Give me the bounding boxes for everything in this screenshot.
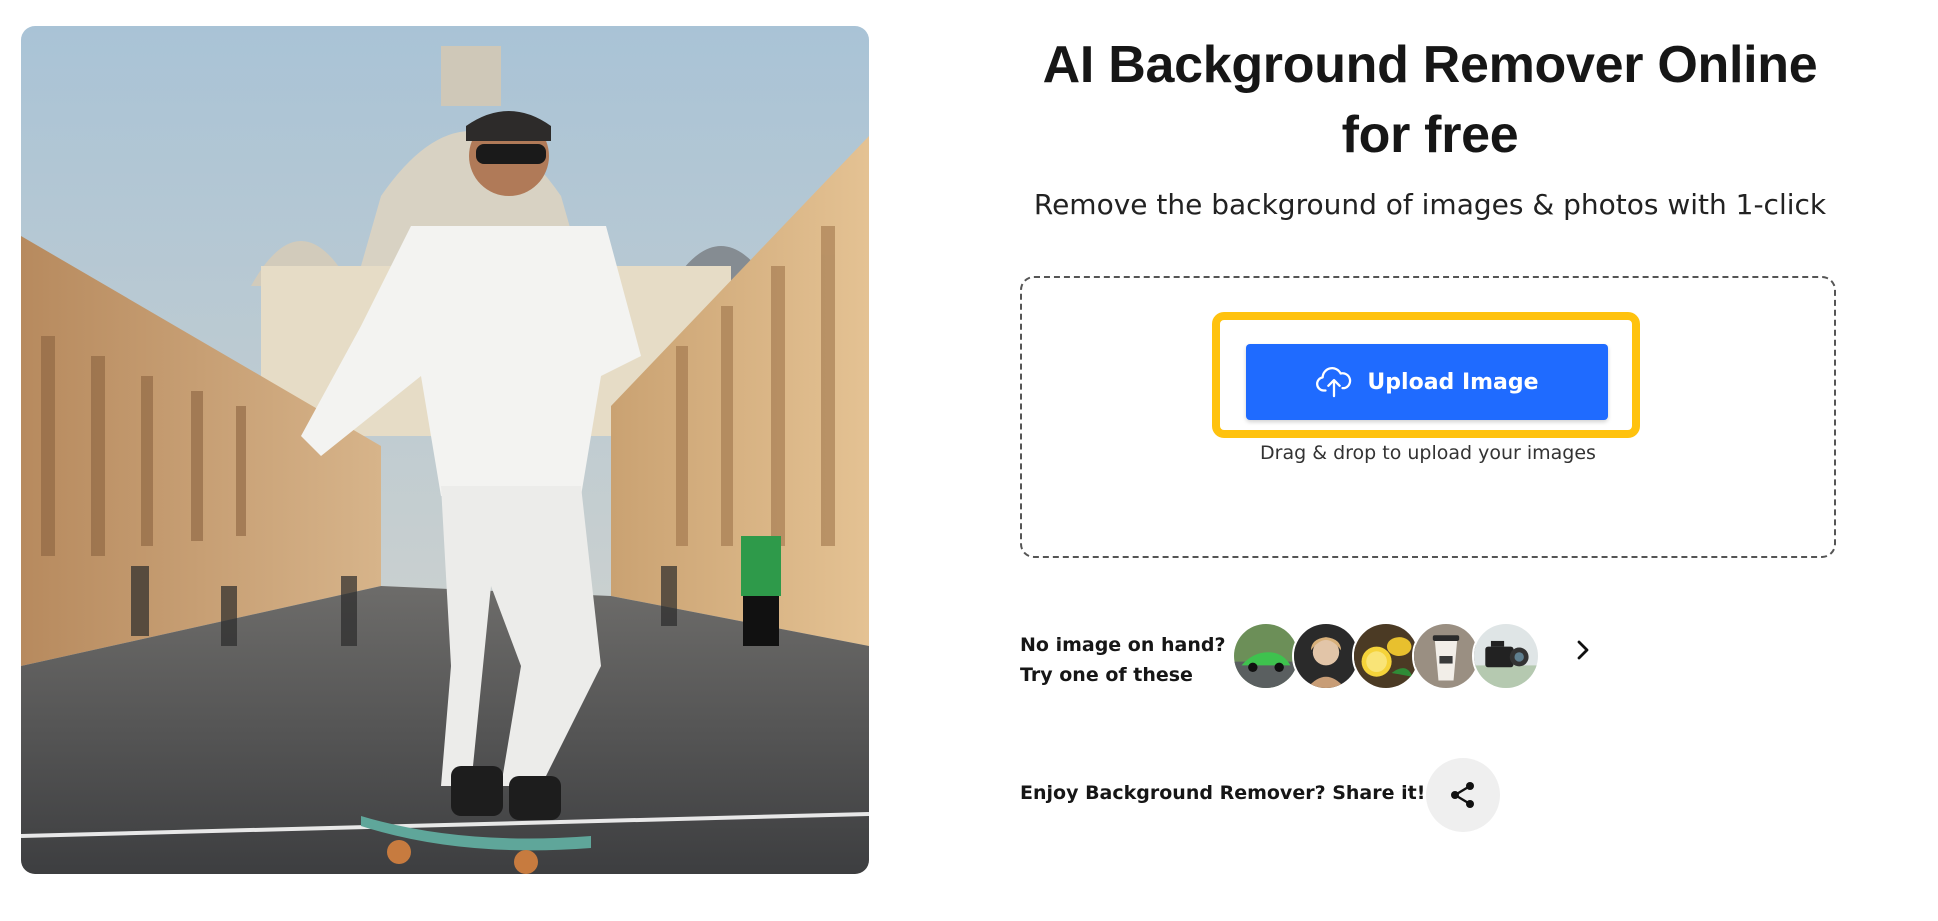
hero-image xyxy=(21,26,869,874)
cloud-upload-icon xyxy=(1316,367,1352,398)
lemons-thumbnail xyxy=(1354,624,1418,688)
sample-thumbnail-portrait[interactable] xyxy=(1292,622,1360,690)
sample-thumbnail-lemons[interactable] xyxy=(1352,622,1420,690)
woman-portrait-thumbnail xyxy=(1294,624,1358,688)
upload-highlight: Upload Image xyxy=(1212,312,1640,438)
sample-label-line-1: No image on hand? xyxy=(1020,634,1226,656)
coffee-cup-thumbnail xyxy=(1414,624,1478,688)
share-icon xyxy=(1451,782,1474,808)
sample-images: No image on hand? Try one of these xyxy=(1020,616,1840,696)
sample-thumbnail-camera[interactable] xyxy=(1472,622,1540,690)
skateboarder-photo xyxy=(21,26,869,874)
page-subtitle: Remove the background of images & photos… xyxy=(1033,188,1827,221)
camera-thumbnail xyxy=(1474,624,1538,688)
sample-images-label: No image on hand? Try one of these xyxy=(1020,630,1226,690)
green-car-thumbnail xyxy=(1234,624,1298,688)
title-line-1: AI Background Remover Online xyxy=(1042,36,1818,94)
upload-image-label: Upload Image xyxy=(1367,369,1539,395)
sample-thumbnail-car[interactable] xyxy=(1232,622,1300,690)
share-label: Enjoy Background Remover? Share it! xyxy=(1020,782,1426,804)
sample-thumbnails xyxy=(1232,622,1552,690)
share-section: Enjoy Background Remover? Share it! xyxy=(1020,758,1840,834)
page-title: AI Background Remover Online for free xyxy=(1010,30,1850,170)
drag-drop-hint: Drag & drop to upload your images xyxy=(1260,442,1596,464)
title-line-2: for free xyxy=(1341,106,1519,164)
chevron-right-icon[interactable] xyxy=(1570,638,1594,662)
upload-image-button[interactable]: Upload Image xyxy=(1246,344,1608,420)
sample-label-line-2: Try one of these xyxy=(1020,664,1193,686)
page: AI Background Remover Online for free Re… xyxy=(0,0,1938,921)
share-button[interactable] xyxy=(1426,758,1500,832)
sample-thumbnail-coffee[interactable] xyxy=(1412,622,1480,690)
upload-dropzone[interactable]: Upload Image Drag & drop to upload your … xyxy=(1020,276,1836,558)
